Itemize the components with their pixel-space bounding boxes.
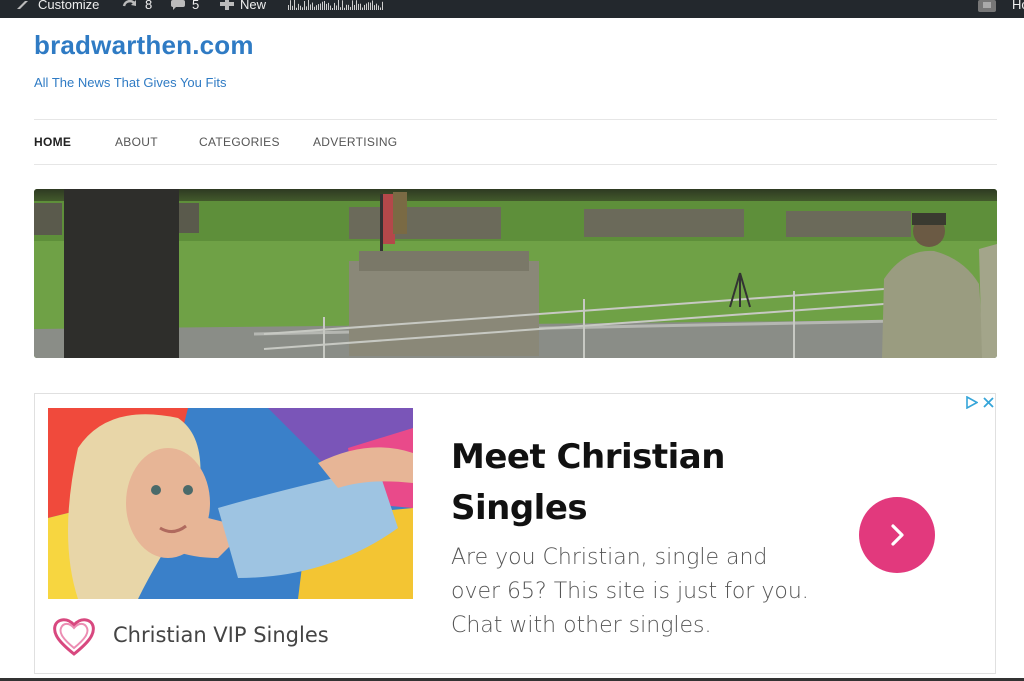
ad-photo-illustration: [48, 408, 413, 599]
customize-item[interactable]: Customize: [16, 0, 99, 18]
customize-label: Customize: [38, 0, 100, 12]
sparkline-bar: [338, 0, 339, 10]
site-title[interactable]: bradwarthen.com: [34, 30, 254, 61]
avatar[interactable]: [978, 0, 996, 18]
sparkline-bar: [292, 5, 293, 10]
sparkline-bar: [340, 7, 341, 10]
sparkline-bar: [296, 7, 297, 10]
nav-about[interactable]: ABOUT: [115, 120, 158, 164]
sparkline-bar: [330, 5, 331, 10]
sparkline-bar: [310, 4, 311, 10]
sparkline-bar: [334, 2, 335, 10]
sparkline-bar: [354, 4, 355, 10]
stats-sparkline[interactable]: [288, 0, 386, 12]
sparkline-bar: [328, 2, 329, 10]
sparkline-bar: [316, 5, 317, 10]
sparkline-bar: [364, 4, 365, 10]
chevron-right-icon: [891, 524, 904, 546]
updates-icon: [122, 0, 137, 7]
sparkline-bar: [380, 7, 381, 10]
sparkline-bar: [370, 2, 371, 10]
ad-headline[interactable]: Meet Christian Singles: [451, 432, 751, 534]
comments-count: 5: [192, 0, 200, 12]
nav-advertising[interactable]: ADVERTISING: [313, 120, 397, 164]
sparkline-bar: [314, 6, 315, 10]
ad-brand-name[interactable]: Christian VIP Singles: [113, 623, 329, 647]
sparkline-bar: [298, 3, 299, 10]
sparkline-bar: [322, 1, 323, 10]
howdy-label: Ho: [1012, 0, 1024, 12]
sparkline-bar: [360, 3, 361, 11]
comments-item[interactable]: 5: [170, 0, 199, 18]
sparkline-bar: [376, 3, 377, 10]
avatar-icon: [978, 0, 996, 12]
sparkline-bar: [336, 5, 337, 10]
site-tagline: All The News That Gives You Fits: [34, 75, 227, 90]
sparkline-bar: [350, 6, 351, 10]
sparkline-bar: [374, 5, 375, 10]
banner-photo: [34, 189, 997, 358]
sparkline-bar: [312, 2, 313, 10]
sparkline-bar: [320, 3, 321, 10]
ad-choices[interactable]: [965, 396, 995, 409]
sparkline-bar: [362, 7, 363, 10]
sparkline-bar: [306, 6, 307, 10]
sparkline-bar: [308, 0, 309, 11]
comment-icon: [171, 0, 185, 10]
sparkline-bar: [318, 4, 319, 10]
ad-cta-button[interactable]: [859, 497, 935, 573]
nav-home[interactable]: HOME: [34, 120, 71, 164]
sparkline-bar: [372, 0, 373, 10]
sparkline-bar: [382, 1, 383, 11]
sparkline-bar: [378, 5, 379, 10]
sparkline-bar: [368, 2, 369, 10]
heart-logo-icon: [53, 618, 95, 656]
nav-categories[interactable]: CATEGORIES: [199, 120, 280, 164]
sparkline-bar: [290, 0, 291, 10]
sparkline-bar: [356, 0, 357, 10]
sparkline-bar: [344, 7, 345, 10]
plus-icon: [220, 0, 234, 10]
sparkline-bar: [366, 3, 367, 10]
sparkline-bar: [300, 5, 301, 10]
sparkline-bar: [342, 0, 343, 11]
sparkline-bar: [302, 7, 303, 10]
new-content-item[interactable]: New: [220, 0, 266, 18]
sparkline-bar: [358, 3, 359, 10]
header-banner-image: [34, 189, 997, 358]
updates-item[interactable]: 8: [121, 0, 152, 18]
primary-nav: HOME ABOUT CATEGORIES ADVERTISING: [34, 119, 997, 165]
ad-photo[interactable]: [48, 408, 413, 599]
ad-body-text: Are you Christian, single and over 65? T…: [451, 545, 809, 638]
brush-icon: [17, 1, 28, 9]
admin-bar: Customize 8 5 New Ho: [0, 0, 1024, 18]
new-label: New: [240, 0, 267, 12]
sparkline-bar: [332, 7, 333, 10]
ad-choices-icon[interactable]: [965, 396, 978, 409]
sparkline-bar: [346, 4, 347, 10]
sparkline-bar: [304, 1, 305, 10]
sparkline-bar: [348, 4, 349, 10]
advertisement[interactable]: Christian VIP Singles Meet Christian Sin…: [34, 393, 996, 674]
sparkline-bar: [294, 0, 295, 10]
close-icon[interactable]: [982, 396, 995, 409]
sparkline-bar: [326, 3, 327, 10]
sparkline-bar: [324, 0, 325, 11]
sparkline-bar: [352, 0, 353, 11]
updates-count: 8: [145, 0, 153, 12]
my-account-item[interactable]: Ho: [1012, 0, 1024, 18]
sparkline-bar: [288, 5, 289, 10]
